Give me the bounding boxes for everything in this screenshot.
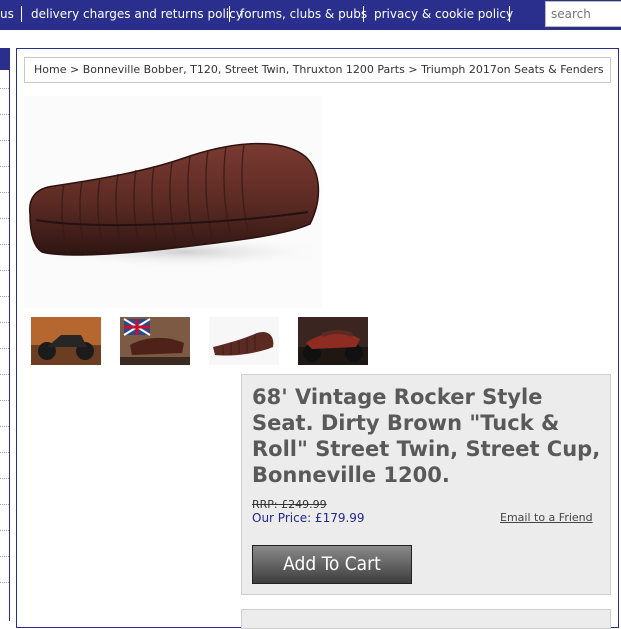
sidebar-divider: [0, 88, 9, 89]
sidebar-divider: [0, 296, 9, 297]
product-title: 68' Vintage Rocker Style Seat. Dirty Bro…: [252, 385, 601, 487]
sidebar-divider: [0, 504, 9, 505]
email-to-friend-link[interactable]: Email to a Friend: [500, 511, 593, 524]
sidebar-header-block: [0, 48, 9, 70]
sidebar-divider: [0, 530, 9, 531]
breadcrumb-separator: >: [408, 63, 418, 76]
breadcrumb-separator: >: [69, 63, 80, 76]
thumbnail-image: [209, 317, 279, 365]
breadcrumb-level2[interactable]: Triumph 2017on Seats & Fenders: [421, 63, 604, 76]
product-main-image[interactable]: [24, 96, 334, 308]
sidebar-divider: [0, 426, 9, 427]
sidebar-divider: [0, 322, 9, 323]
sidebar-divider: [0, 114, 9, 115]
breadcrumb-level1[interactable]: Bonneville Bobber, T120, Street Twin, Th…: [83, 63, 405, 76]
sidebar-divider: [0, 478, 9, 479]
breadcrumb: Home > Bonneville Bobber, T120, Street T…: [24, 57, 611, 83]
seat-image: [28, 142, 334, 268]
thumbnail-image: [120, 317, 190, 365]
sidebar-divider: [0, 140, 9, 141]
nav-separator: [21, 6, 22, 22]
product-thumbnail[interactable]: [209, 317, 279, 365]
secondary-info-box: [241, 609, 611, 629]
product-thumbnail[interactable]: [298, 317, 368, 365]
sidebar-divider: [0, 244, 9, 245]
thumbnail-image: [298, 317, 368, 365]
thumbnail-image: [31, 317, 101, 365]
nav-item-us[interactable]: us: [0, 0, 14, 30]
sidebar-divider: [0, 374, 9, 375]
sidebar-divider: [0, 556, 9, 557]
sidebar-divider: [0, 218, 9, 219]
sidebar-divider: [0, 348, 9, 349]
sidebar-divider: [0, 270, 9, 271]
nav-item-delivery[interactable]: delivery charges and returns policy: [31, 0, 243, 30]
top-navigation-bar: us delivery charges and returns policy f…: [0, 0, 621, 30]
sidebar-divider: [0, 192, 9, 193]
product-thumbnail[interactable]: [120, 317, 190, 365]
sidebar-divider: [0, 166, 9, 167]
rrp-price: RRP: £249.99: [252, 498, 327, 511]
nav-separator: [509, 6, 510, 22]
sidebar-divider: [0, 582, 9, 583]
search-input[interactable]: [545, 1, 621, 27]
product-thumbnail[interactable]: [31, 317, 101, 365]
sidebar-divider: [0, 452, 9, 453]
breadcrumb-home[interactable]: Home: [34, 63, 66, 76]
left-sidebar-edge: [0, 48, 10, 621]
nav-item-forums[interactable]: forums, clubs & pubs: [240, 0, 367, 30]
nav-separator: [363, 6, 364, 22]
nav-separator: [229, 6, 230, 22]
nav-item-privacy[interactable]: privacy & cookie policy: [374, 0, 513, 30]
add-to-cart-button[interactable]: Add To Cart: [252, 545, 412, 584]
our-price: Our Price: £179.99: [252, 511, 365, 525]
sidebar-divider: [0, 400, 9, 401]
